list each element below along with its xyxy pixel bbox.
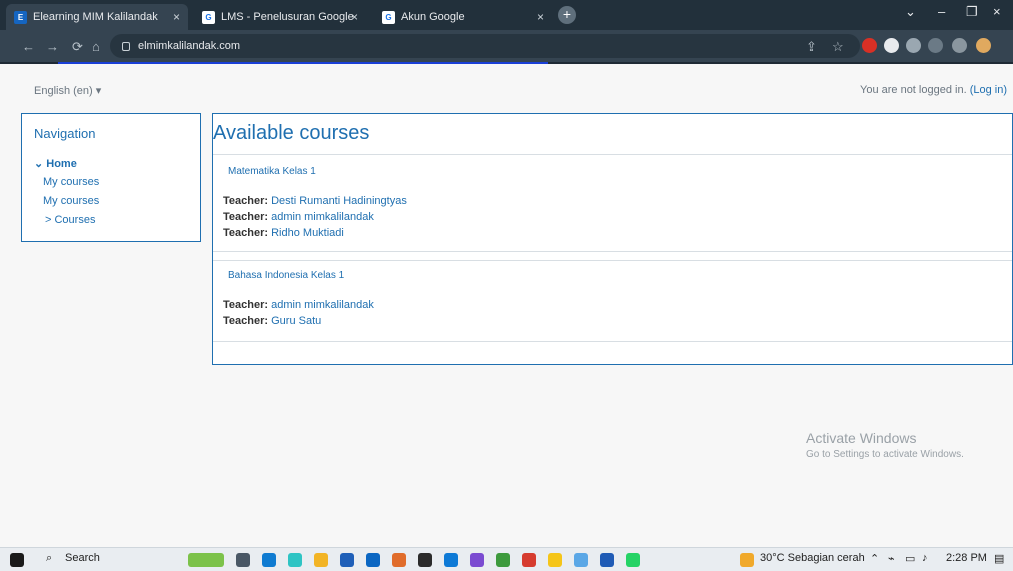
- google-icon: G: [382, 10, 395, 24]
- volume-icon[interactable]: ♪: [922, 552, 928, 564]
- close-icon[interactable]: ×: [537, 10, 544, 24]
- app-icon[interactable]: [522, 553, 536, 567]
- battery-icon[interactable]: ▭: [905, 552, 915, 565]
- tab-title: Elearning MIM Kalilandak: [33, 11, 158, 23]
- teacher-name[interactable]: admin mimkalilandak: [271, 299, 374, 311]
- visual-studio-icon[interactable]: [470, 553, 484, 567]
- watermark-subtitle: Go to Settings to activate Windows.: [806, 449, 964, 460]
- course-title[interactable]: Bahasa Indonesia Kelas 1: [228, 270, 344, 281]
- teacher-line: Teacher: admin mimkalilandak: [223, 211, 374, 223]
- teacher-name[interactable]: admin mimkalilandak: [271, 211, 374, 223]
- teacher-label: Teacher:: [223, 227, 269, 239]
- search-icon[interactable]: ⌕: [46, 552, 52, 565]
- taskbar: ⌕ Search 30°C Sebagian cerah ⌃ ⌁ ▭ ♪ 2:2…: [0, 547, 1013, 571]
- weather-text[interactable]: 30°C Sebagian cerah: [760, 552, 865, 564]
- weather-icon[interactable]: [740, 553, 754, 567]
- tray-chevron-icon[interactable]: ⌃: [870, 552, 879, 565]
- camera-icon[interactable]: [884, 38, 899, 53]
- course-item: Bahasa Indonesia Kelas 1 Teacher: admin …: [213, 260, 1012, 342]
- bookmark-star-icon[interactable]: ☆: [832, 39, 844, 55]
- forward-icon[interactable]: →: [46, 39, 59, 54]
- minimize-button[interactable]: –: [938, 4, 945, 19]
- word-icon[interactable]: [600, 553, 614, 567]
- widgets-icon[interactable]: [188, 553, 224, 567]
- tab-akun-google[interactable]: G Akun Google ×: [374, 4, 552, 30]
- toolbar: ← → ⟳ ⌂ elmimkalilandak.com ⇪ ☆: [0, 30, 1013, 62]
- tab-strip: E Elearning MIM Kalilandak × G LMS - Pen…: [0, 0, 1013, 30]
- clock[interactable]: 2:28 PM: [946, 552, 987, 564]
- teacher-line: Teacher: admin mimkalilandak: [223, 299, 374, 311]
- address-text: elmimkalilandak.com: [138, 40, 241, 52]
- store-icon[interactable]: [340, 553, 354, 567]
- teacher-line: Teacher: Ridho Muktiadi: [223, 227, 344, 239]
- login-text: You are not logged in.: [860, 84, 967, 96]
- vscode-icon[interactable]: [444, 553, 458, 567]
- puzzle-icon[interactable]: [928, 38, 943, 53]
- browser-chrome: E Elearning MIM Kalilandak × G LMS - Pen…: [0, 0, 1013, 64]
- tab-title: LMS - Penelusuran Google: [221, 11, 354, 23]
- tab-elearning[interactable]: E Elearning MIM Kalilandak ×: [6, 4, 188, 30]
- chevron-app-icon[interactable]: [288, 553, 302, 567]
- nav-item-home[interactable]: ⌄ Home: [34, 157, 77, 170]
- new-tab-button[interactable]: +: [558, 6, 576, 24]
- login-link[interactable]: (Log in): [970, 84, 1007, 96]
- profile-icon[interactable]: [976, 38, 991, 53]
- mail-icon[interactable]: [366, 553, 380, 567]
- watermark-title: Activate Windows: [806, 430, 917, 446]
- teacher-line: Teacher: Guru Satu: [223, 315, 321, 327]
- network-icon[interactable]: ⌁: [888, 552, 895, 565]
- lock-icon: [122, 41, 130, 51]
- close-icon[interactable]: ×: [351, 10, 358, 24]
- google-icon: G: [202, 10, 215, 24]
- windows-start-icon[interactable]: [10, 553, 24, 567]
- task-view-icon[interactable]: [236, 553, 250, 567]
- media-icon[interactable]: [392, 553, 406, 567]
- chrome-icon[interactable]: [574, 553, 588, 567]
- chevron-down-icon[interactable]: ⌄: [905, 4, 916, 20]
- notification-icon[interactable]: ▤: [994, 552, 1004, 565]
- chrome-app-icon[interactable]: [496, 553, 510, 567]
- teacher-label: Teacher:: [223, 299, 269, 311]
- home-icon[interactable]: ⌂: [92, 39, 100, 54]
- nav-item-my-courses-2[interactable]: My courses: [43, 195, 99, 207]
- teacher-label: Teacher:: [223, 195, 269, 207]
- moodle-icon: E: [14, 10, 27, 24]
- sidepanel-icon[interactable]: [952, 38, 967, 53]
- teacher-label: Teacher:: [223, 211, 269, 223]
- course-title[interactable]: Matematika Kelas 1: [228, 166, 316, 177]
- tab-title: Akun Google: [401, 11, 465, 23]
- teacher-name[interactable]: Guru Satu: [271, 315, 321, 327]
- available-courses-block: Available courses Matematika Kelas 1 Tea…: [212, 113, 1013, 365]
- whatsapp-icon[interactable]: [626, 553, 640, 567]
- compass-icon[interactable]: [418, 553, 432, 567]
- teacher-name[interactable]: Desti Rumanti Hadiningtyas: [271, 195, 407, 207]
- address-bar[interactable]: elmimkalilandak.com: [110, 34, 860, 58]
- page-content: English (en) ▾ You are not logged in. (L…: [0, 64, 1013, 547]
- close-icon[interactable]: ×: [173, 10, 180, 24]
- teacher-label: Teacher:: [223, 315, 269, 327]
- nav-item-courses[interactable]: > Courses: [45, 214, 95, 226]
- language-selector[interactable]: English (en) ▾: [34, 84, 101, 97]
- edge-icon[interactable]: [262, 553, 276, 567]
- course-item: Matematika Kelas 1 Teacher: Desti Rumant…: [213, 154, 1012, 252]
- page-title: Available courses: [213, 122, 370, 144]
- back-icon[interactable]: ←: [22, 39, 35, 54]
- reload-icon[interactable]: ⟳: [72, 39, 83, 55]
- activate-windows-watermark: Activate Windows Go to Settings to activ…: [806, 430, 964, 460]
- close-window-button[interactable]: ×: [993, 4, 1001, 19]
- nav-item-my-courses[interactable]: My courses: [43, 176, 99, 188]
- teacher-name[interactable]: Ridho Muktiadi: [271, 227, 344, 239]
- taskbar-search[interactable]: Search: [65, 552, 100, 564]
- login-status: You are not logged in. (Log in): [860, 84, 1007, 96]
- share-icon[interactable]: ⇪: [806, 39, 817, 55]
- paint-icon[interactable]: [548, 553, 562, 567]
- adblock-icon[interactable]: [862, 38, 877, 53]
- navigation-title: Navigation: [34, 126, 96, 141]
- restore-button[interactable]: ❐: [966, 4, 978, 20]
- tab-lms-search[interactable]: G LMS - Penelusuran Google ×: [194, 4, 366, 30]
- extension-icon[interactable]: [906, 38, 921, 53]
- navigation-block: Navigation ⌄ Home My courses My courses …: [21, 113, 201, 242]
- file-explorer-icon[interactable]: [314, 553, 328, 567]
- teacher-line: Teacher: Desti Rumanti Hadiningtyas: [223, 195, 407, 207]
